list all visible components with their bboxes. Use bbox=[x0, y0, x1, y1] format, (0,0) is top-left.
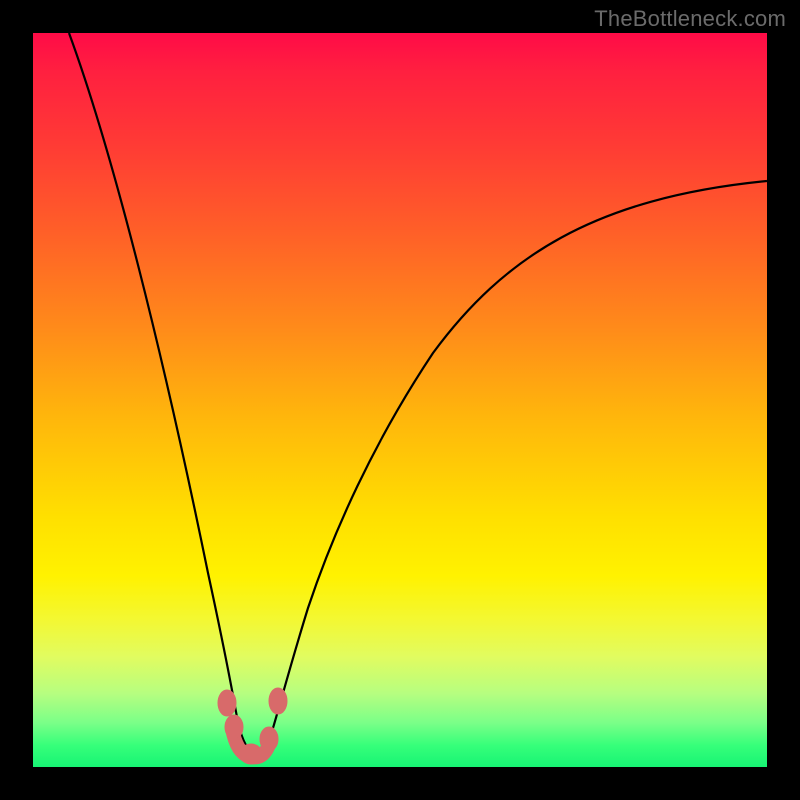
trough-markers bbox=[218, 688, 287, 764]
curve-path bbox=[69, 33, 767, 753]
marker-bottom bbox=[240, 744, 262, 764]
chart-frame: TheBottleneck.com bbox=[0, 0, 800, 800]
marker-left2 bbox=[225, 715, 243, 739]
marker-right2 bbox=[260, 727, 278, 751]
marker-right bbox=[269, 688, 287, 714]
bottleneck-curve bbox=[33, 33, 767, 767]
watermark-text: TheBottleneck.com bbox=[594, 6, 786, 32]
marker-left bbox=[218, 690, 236, 716]
plot-area bbox=[33, 33, 767, 767]
